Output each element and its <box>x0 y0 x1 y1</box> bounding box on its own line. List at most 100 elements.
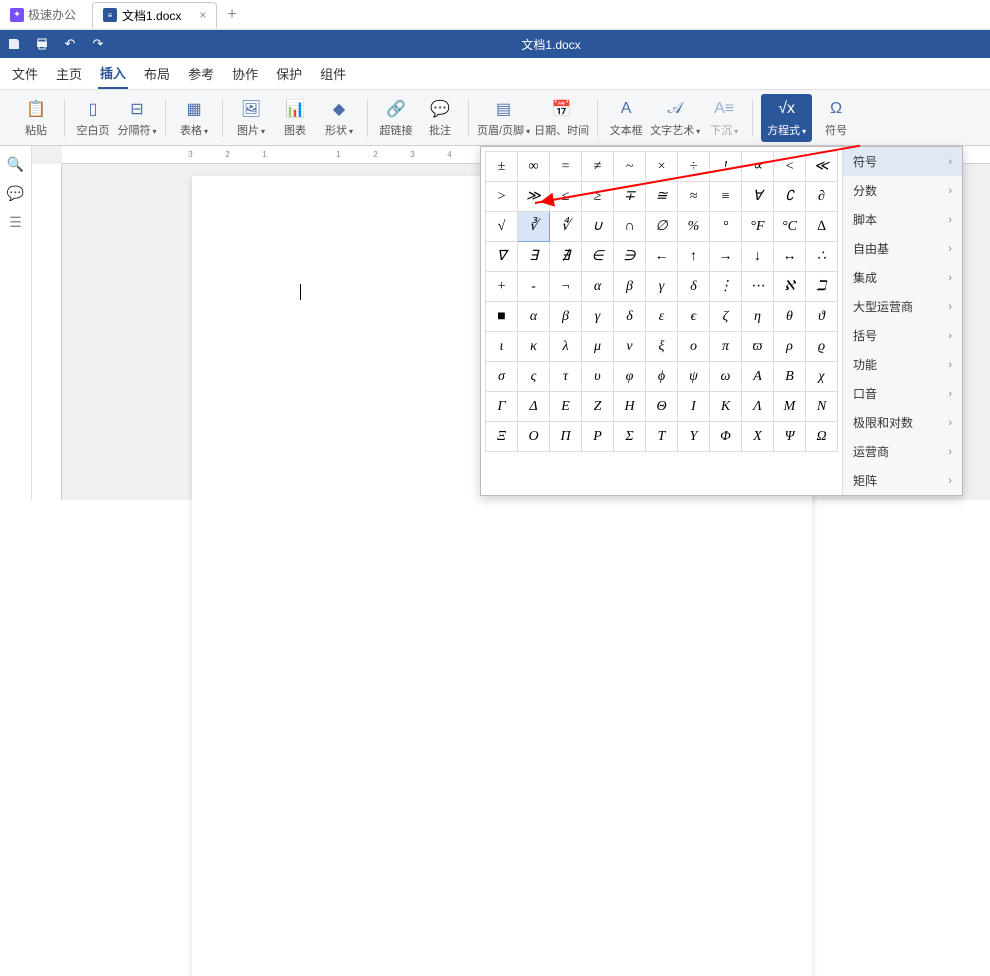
symbol-cell[interactable]: ∞ <box>518 152 550 182</box>
symbol-cell[interactable]: Ι <box>678 392 710 422</box>
symbol-cell[interactable]: ≫ <box>518 182 550 212</box>
symbol-cell[interactable]: Λ <box>742 392 774 422</box>
symbol-cell[interactable]: Ψ <box>774 422 806 452</box>
symbol-cell[interactable]: Μ <box>774 392 806 422</box>
symbol-cell[interactable]: < <box>774 152 806 182</box>
symbol-cell[interactable]: ο <box>678 332 710 362</box>
symbol-cell[interactable]: σ <box>486 362 518 392</box>
symbol-cell[interactable]: Τ <box>646 422 678 452</box>
symbol-cell[interactable]: η <box>742 302 774 332</box>
symbol-cell[interactable]: δ <box>678 272 710 302</box>
symbol-cell[interactable]: ~ <box>614 152 646 182</box>
comment-button[interactable]: 💬批注 <box>420 98 460 138</box>
symbol-cell[interactable]: → <box>710 242 742 272</box>
image-button[interactable]: 🖼图片▾ <box>231 98 271 138</box>
close-icon[interactable]: × <box>199 8 206 22</box>
symbol-category-10[interactable]: 运营商 <box>843 437 962 466</box>
symbol-cell[interactable]: Ν <box>806 392 838 422</box>
comments-icon[interactable]: 💬 <box>7 185 24 202</box>
dropcap-button[interactable]: A≡下沉▾ <box>704 98 744 138</box>
symbol-cell[interactable]: ≅ <box>646 182 678 212</box>
symbol-cell[interactable]: ∴ <box>806 242 838 272</box>
menu-协作[interactable]: 协作 <box>230 59 260 88</box>
symbol-cell[interactable]: ν <box>614 332 646 362</box>
symbol-cell[interactable]: ← <box>646 242 678 272</box>
menu-插入[interactable]: 插入 <box>98 58 128 89</box>
symbol-category-2[interactable]: 脚本 <box>843 205 962 234</box>
symbol-button[interactable]: Ω符号 <box>816 98 856 138</box>
symbol-cell[interactable]: Ξ <box>486 422 518 452</box>
symbol-cell[interactable]: ∂ <box>806 182 838 212</box>
symbol-cell[interactable]: ∈ <box>582 242 614 272</box>
symbol-cell[interactable]: % <box>678 212 710 242</box>
symbol-cell[interactable]: Ε <box>550 392 582 422</box>
symbol-cell[interactable]: ≠ <box>582 152 614 182</box>
symbol-cell[interactable]: θ <box>774 302 806 332</box>
symbol-cell[interactable]: Ζ <box>582 392 614 422</box>
symbol-cell[interactable]: ° <box>710 212 742 242</box>
symbol-category-9[interactable]: 极限和对数 <box>843 408 962 437</box>
symbol-cell[interactable]: Ρ <box>582 422 614 452</box>
symbol-cell[interactable]: Ο <box>518 422 550 452</box>
symbol-cell[interactable]: ℶ <box>806 272 838 302</box>
symbol-cell[interactable]: ∀ <box>742 182 774 212</box>
symbol-cell[interactable]: ε <box>646 302 678 332</box>
symbol-cell[interactable]: κ <box>518 332 550 362</box>
symbol-cell[interactable]: ∁ <box>774 182 806 212</box>
symbol-category-3[interactable]: 自由基 <box>843 234 962 263</box>
symbol-cell[interactable]: - <box>518 272 550 302</box>
symbol-cell[interactable]: ϑ <box>806 302 838 332</box>
search-icon[interactable]: 🔍 <box>7 156 24 173</box>
symbol-cell[interactable]: π <box>710 332 742 362</box>
symbol-cell[interactable]: °C <box>774 212 806 242</box>
symbol-cell[interactable]: ρ <box>774 332 806 362</box>
symbol-cell[interactable]: √ <box>486 212 518 242</box>
symbol-cell[interactable]: ℵ <box>774 272 806 302</box>
symbol-cell[interactable]: = <box>550 152 582 182</box>
datetime-button[interactable]: 📅日期、时间 <box>534 98 589 138</box>
symbol-cell[interactable]: ∆ <box>806 212 838 242</box>
symbol-cell[interactable]: ! <box>710 152 742 182</box>
symbol-cell[interactable]: ξ <box>646 332 678 362</box>
symbol-cell[interactable]: ϖ <box>742 332 774 362</box>
symbol-cell[interactable]: > <box>486 182 518 212</box>
undo-button[interactable]: ↶ <box>56 32 84 56</box>
paste-button[interactable]: 📋粘贴 <box>16 98 56 138</box>
print-button[interactable] <box>28 32 56 56</box>
symbol-cell[interactable]: ÷ <box>678 152 710 182</box>
wordart-button[interactable]: 𝒜文字艺术▾ <box>650 98 700 138</box>
symbol-cell[interactable]: μ <box>582 332 614 362</box>
menu-主页[interactable]: 主页 <box>54 59 84 88</box>
save-button[interactable] <box>0 32 28 56</box>
symbol-cell[interactable]: ↔ <box>774 242 806 272</box>
symbol-cell[interactable]: α <box>518 302 550 332</box>
symbol-cell[interactable]: ∪ <box>582 212 614 242</box>
symbol-cell[interactable]: Σ <box>614 422 646 452</box>
symbol-category-8[interactable]: 口音 <box>843 379 962 408</box>
symbol-cell[interactable]: ∓ <box>614 182 646 212</box>
symbol-cell[interactable]: ∇ <box>486 242 518 272</box>
symbol-cell[interactable]: ≡ <box>710 182 742 212</box>
symbol-cell[interactable]: ≥ <box>582 182 614 212</box>
symbol-category-7[interactable]: 功能 <box>843 350 962 379</box>
symbol-cell[interactable]: Ω <box>806 422 838 452</box>
symbol-cell[interactable]: υ <box>582 362 614 392</box>
menu-组件[interactable]: 组件 <box>318 59 348 88</box>
symbol-category-1[interactable]: 分数 <box>843 176 962 205</box>
outline-icon[interactable]: ☰ <box>9 214 22 231</box>
symbol-cell[interactable]: α <box>582 272 614 302</box>
table-button[interactable]: ▦表格▾ <box>174 98 214 138</box>
symbol-cell[interactable]: ⋯ <box>742 272 774 302</box>
hyperlink-button[interactable]: 🔗超链接 <box>376 98 416 138</box>
symbol-cell[interactable]: ≤ <box>550 182 582 212</box>
symbol-cell[interactable]: Θ <box>646 392 678 422</box>
symbol-category-6[interactable]: 括号 <box>843 321 962 350</box>
symbol-cell[interactable]: ∃ <box>518 242 550 272</box>
symbol-cell[interactable]: Η <box>614 392 646 422</box>
symbol-cell[interactable]: γ <box>646 272 678 302</box>
menu-保护[interactable]: 保护 <box>274 59 304 88</box>
symbol-category-5[interactable]: 大型运营商 <box>843 292 962 321</box>
textbox-button[interactable]: A文本框 <box>606 98 646 138</box>
symbol-cell[interactable]: ζ <box>710 302 742 332</box>
symbol-cell[interactable]: χ <box>806 362 838 392</box>
